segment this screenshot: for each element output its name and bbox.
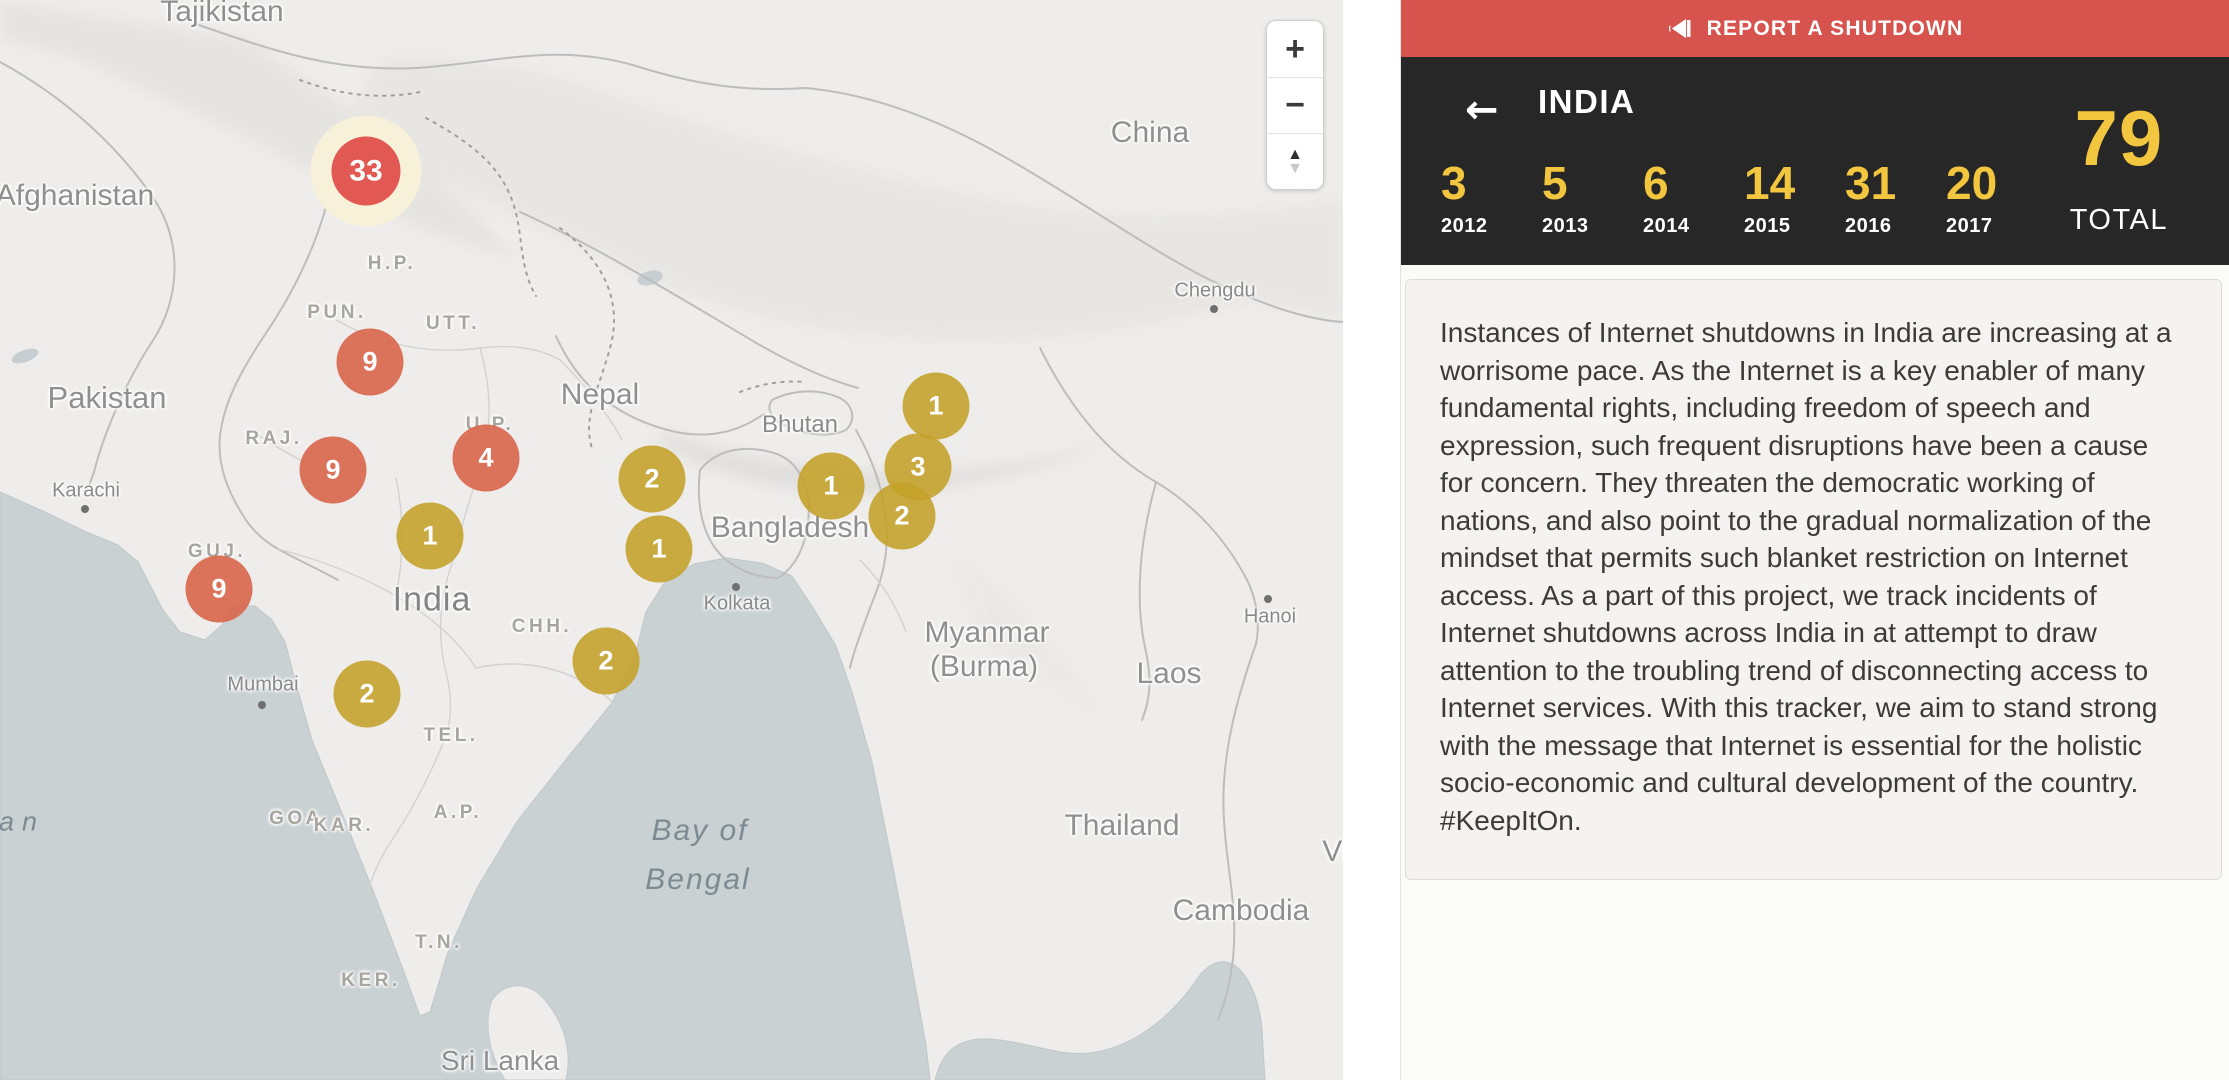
year-stat: 6 2014 [1643,160,1744,238]
year-count: 5 [1542,160,1643,206]
back-button[interactable]: ← [1459,89,1505,131]
zoom-in-button[interactable]: + [1267,21,1323,77]
city-dot [81,505,89,513]
year-label: 2012 [1441,215,1542,238]
cluster-marker[interactable]: 1 [397,503,464,570]
pitch-down-icon: ▼ [1287,162,1303,176]
country-label: Nepal [561,378,639,412]
state-label: A.P. [434,802,483,824]
year-count: 14 [1744,160,1845,206]
cluster-marker[interactable]: 9 [337,329,404,396]
sidebar-panel: REPORT A SHUTDOWN ← INDIA 3 2012 5 2013 … [1400,0,2229,1080]
year-stat: 3 2012 [1441,160,1542,238]
sea-label: Bengal [645,863,750,897]
state-label: CHH. [512,616,572,638]
sea-label: Bay of [651,814,748,848]
year-count: 31 [1845,160,1946,206]
report-shutdown-label: REPORT A SHUTDOWN [1707,17,1964,41]
year-stat: 5 2013 [1542,160,1643,238]
pitch-toggle-button[interactable]: ▲ ▼ [1267,133,1323,189]
cluster-marker[interactable]: 2 [869,483,936,550]
year-label: 2016 [1845,215,1946,238]
country-label: (Burma) [930,650,1038,684]
total-label: TOTAL [2070,204,2168,237]
state-label: KER. [341,970,400,992]
description-text: Instances of Internet shutdowns in India… [1440,314,2187,839]
city-dot [1210,305,1218,313]
country-label: Afghanistan [0,179,154,213]
year-label: 2014 [1643,215,1744,238]
cluster-marker[interactable]: 2 [619,446,686,513]
zoom-out-button[interactable]: − [1267,77,1323,133]
cluster-marker[interactable]: 1 [903,373,970,440]
description-card: Instances of Internet shutdowns in India… [1405,279,2222,880]
city-dot [258,701,266,709]
country-label: Sri Lanka [441,1045,559,1077]
country-label: Cambodia [1173,894,1310,928]
state-label: T.N. [415,932,463,954]
cluster-marker[interactable]: 4 [453,425,520,492]
sea-label: an [0,807,45,838]
state-label: KAR. [314,815,374,837]
city-label: Karachi [52,480,120,503]
state-label: PUN. [307,302,366,324]
city-label: Mumbai [227,674,298,697]
year-stats: 3 2012 5 2013 6 2014 14 2015 31 2016 [1441,160,2047,238]
map-canvas[interactable]: Tajikistan Afghanistan Pakistan China Nepal B… [0,0,1343,1080]
year-stat: 31 2016 [1845,160,1946,238]
cluster-marker[interactable]: 1 [626,516,693,583]
page-title: INDIA [1538,83,1635,121]
cluster-marker[interactable]: 1 [798,453,865,520]
city-label: Hanoi [1244,606,1296,629]
country-label: Laos [1136,657,1201,691]
city-dot [1264,595,1272,603]
country-label: China [1111,116,1189,150]
country-label: Myanmar [924,616,1049,650]
state-label: H.P. [368,253,417,275]
cluster-marker[interactable]: 9 [300,437,367,504]
city-label: Kolkata [704,593,771,616]
city-dot [732,583,740,591]
total-count: 79 [2070,99,2168,177]
year-count: 6 [1643,160,1744,206]
megaphone-icon [1668,15,1695,42]
cluster-marker[interactable]: 2 [334,661,401,728]
country-label: Thailand [1064,809,1179,843]
state-label: TEL. [423,725,478,747]
page: Tajikistan Afghanistan Pakistan China Nepal B… [0,0,2229,1080]
year-label: 2015 [1744,215,1845,238]
map-zoom-control: + − ▲ ▼ [1266,20,1324,190]
year-label: 2017 [1946,215,2047,238]
year-count: 20 [1946,160,2047,206]
year-count: 3 [1441,160,1542,206]
year-label: 2013 [1542,215,1643,238]
city-label: Bhutan [762,411,838,439]
cluster-marker[interactable]: 9 [186,556,253,623]
cluster-marker[interactable]: 2 [573,628,640,695]
total-stat: 79 TOTAL [2070,99,2168,237]
year-stat: 14 2015 [1744,160,1845,238]
city-label: Chengdu [1174,280,1255,303]
year-stat: 20 2017 [1946,160,2047,238]
cluster-marker[interactable]: 33 [332,137,401,206]
country-label: Vietnam [1322,835,1343,869]
state-label: RAJ. [245,428,302,450]
country-label: Pakistan [48,380,167,416]
country-label: Tajikistan [160,0,283,29]
country-header: ← INDIA 3 2012 5 2013 6 2014 14 2015 [1401,57,2229,265]
report-shutdown-button[interactable]: REPORT A SHUTDOWN [1401,0,2229,57]
state-label: UTT. [426,313,480,335]
country-label: India [393,581,472,620]
